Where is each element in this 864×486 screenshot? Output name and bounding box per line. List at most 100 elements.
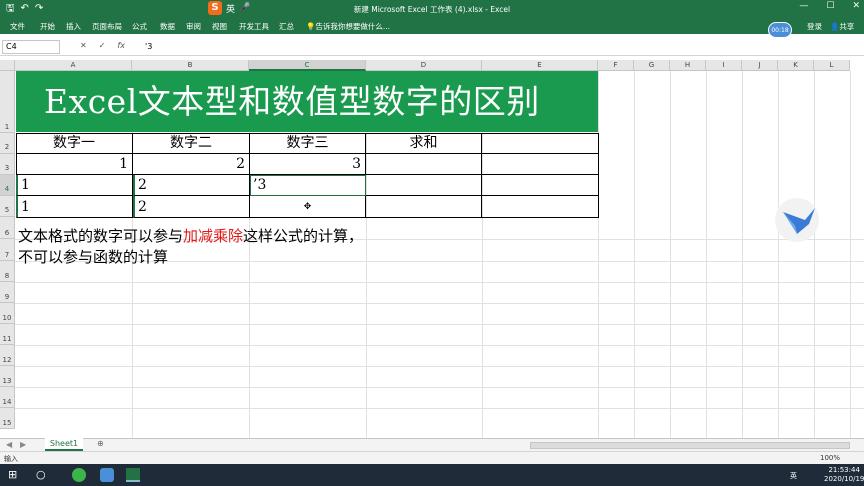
cell-b2[interactable]: 数字二 (133, 133, 250, 154)
row-header-9[interactable]: 9 (0, 282, 15, 303)
tab-data[interactable]: 数据 (160, 21, 175, 32)
title-bar: 🖫 ↶ ↷ S 英 🎤 新建 Microsoft Excel 工作表 (4).x… (0, 0, 864, 18)
formula-bar: C4 ✕ ✓ fx '3 (0, 38, 864, 56)
column-header-a[interactable]: A (15, 60, 132, 71)
cell-d2[interactable]: 求和 (366, 133, 482, 154)
input-language[interactable]: 英 (790, 471, 797, 481)
note-line-1: 文本格式的数字可以参与加减乘除这样公式的计算， (18, 225, 363, 246)
cell-e2[interactable] (482, 133, 599, 154)
cell-d3[interactable] (366, 154, 482, 175)
minimize-icon[interactable]: — (799, 1, 808, 11)
cell-e3[interactable] (482, 154, 599, 175)
close-icon[interactable]: ✕ (852, 1, 860, 11)
column-header-d[interactable]: D (366, 60, 482, 71)
login-link[interactable]: 登录 (807, 21, 822, 32)
column-header-j[interactable]: J (742, 60, 778, 71)
tab-summary[interactable]: 汇总 (279, 21, 294, 32)
column-header-i[interactable]: I (706, 60, 742, 71)
gridline (850, 71, 851, 438)
cell-b3[interactable]: 2 (133, 154, 250, 175)
cell-b4[interactable]: 2 (133, 175, 250, 196)
tab-page-layout[interactable]: 页面布局 (92, 21, 122, 32)
tab-view[interactable]: 视图 (212, 21, 227, 32)
cell-a5[interactable]: 1 (16, 196, 133, 218)
row-header-8[interactable]: 8 (0, 261, 15, 282)
gridline (15, 387, 864, 388)
column-header-l[interactable]: L (814, 60, 850, 71)
gridline (742, 71, 743, 438)
name-box[interactable]: C4 (2, 40, 60, 54)
row-header-4[interactable]: 4 (0, 175, 15, 196)
cancel-icon[interactable]: ✕ (80, 41, 87, 50)
cell-c2[interactable]: 数字三 (250, 133, 366, 154)
column-header-h[interactable]: H (670, 60, 706, 71)
gridline (15, 408, 864, 409)
row-header-15[interactable]: 15 (0, 408, 15, 429)
horizontal-scrollbar[interactable] (530, 442, 850, 449)
search-icon[interactable]: ○ (36, 468, 50, 482)
next-sheet-icon[interactable]: ▶ (20, 440, 26, 449)
row-header-14[interactable]: 14 (0, 387, 15, 408)
add-sheet-icon[interactable]: ⊕ (97, 439, 104, 448)
zoom-level[interactable]: 100% (820, 454, 840, 462)
cell-c4-active[interactable]: ’3 (250, 175, 366, 196)
column-header-b[interactable]: B (132, 60, 249, 71)
function-icon[interactable]: fx (117, 41, 125, 50)
row-header-1[interactable]: 1 (0, 71, 15, 133)
enter-icon[interactable]: ✓ (99, 41, 106, 50)
excel-app-icon[interactable] (126, 468, 140, 482)
windows-start-icon[interactable]: ⊞ (8, 468, 22, 482)
note-line-2: 不可以参与函数的计算 (18, 248, 169, 266)
cell-a4[interactable]: 1 (16, 175, 133, 196)
tab-formulas[interactable]: 公式 (132, 21, 147, 32)
prev-sheet-icon[interactable]: ◀ (6, 440, 12, 449)
worksheet-grid[interactable]: A B C D E F G H I J K L 1 2 3 4 5 6 7 8 … (0, 60, 864, 438)
row-header-5[interactable]: 5 (0, 196, 15, 217)
column-header-g[interactable]: G (634, 60, 670, 71)
gridline (15, 345, 864, 346)
row-header-3[interactable]: 3 (0, 154, 15, 175)
tell-me-box[interactable]: 💡告诉我你想要做什么... (306, 21, 390, 32)
share-button[interactable]: 👤共享 (830, 21, 854, 32)
row-header-2[interactable]: 2 (0, 133, 15, 154)
row-header-7[interactable]: 7 (0, 239, 15, 261)
row-header-6[interactable]: 6 (0, 217, 15, 239)
row-header-13[interactable]: 13 (0, 366, 15, 387)
tab-review[interactable]: 审阅 (186, 21, 201, 32)
cell-c3[interactable]: 3 (250, 154, 366, 175)
note-text-a: 文本格式的数字可以参与 (18, 227, 184, 245)
column-header-k[interactable]: K (778, 60, 814, 71)
sheet-tabs-bar: ◀ ▶ Sheet1 ⊕ (0, 438, 864, 451)
browser-icon[interactable] (72, 468, 86, 482)
clock[interactable]: 21:53:44 2020/10/19 (824, 466, 864, 484)
cell-b5[interactable]: 2 (133, 196, 250, 218)
column-header-e[interactable]: E (482, 60, 598, 71)
cell-d4[interactable] (366, 175, 482, 196)
row-header-11[interactable]: 11 (0, 324, 15, 345)
cell-e4[interactable] (482, 175, 599, 196)
cell-a2[interactable]: 数字一 (16, 133, 133, 154)
lightbulb-icon: 💡 (306, 22, 316, 31)
gridline (670, 71, 671, 438)
person-icon: 👤 (830, 22, 840, 31)
tab-developer[interactable]: 开发工具 (239, 21, 269, 32)
bird-app-icon[interactable] (100, 468, 114, 482)
row-header-10[interactable]: 10 (0, 303, 15, 324)
cell-e5[interactable] (482, 196, 599, 218)
row-header-12[interactable]: 12 (0, 345, 15, 366)
column-header-f[interactable]: F (598, 60, 634, 71)
cell-a3[interactable]: 1 (16, 154, 133, 175)
cell-d5[interactable] (366, 196, 482, 218)
select-all-corner[interactable] (0, 60, 15, 71)
tab-file[interactable]: 文件 (10, 21, 25, 32)
sheet-tab-sheet1[interactable]: Sheet1 (45, 438, 83, 451)
share-label: 共享 (839, 22, 855, 31)
cell-c5[interactable]: ✥ (250, 196, 366, 218)
clock-time: 21:53:44 (828, 466, 860, 474)
tab-home[interactable]: 开始 (40, 21, 55, 32)
formula-input[interactable]: '3 (145, 42, 152, 51)
column-header-c[interactable]: C (249, 60, 366, 71)
floating-bird-widget[interactable] (775, 198, 819, 242)
maximize-icon[interactable]: ☐ (826, 1, 834, 11)
tab-insert[interactable]: 插入 (66, 21, 81, 32)
